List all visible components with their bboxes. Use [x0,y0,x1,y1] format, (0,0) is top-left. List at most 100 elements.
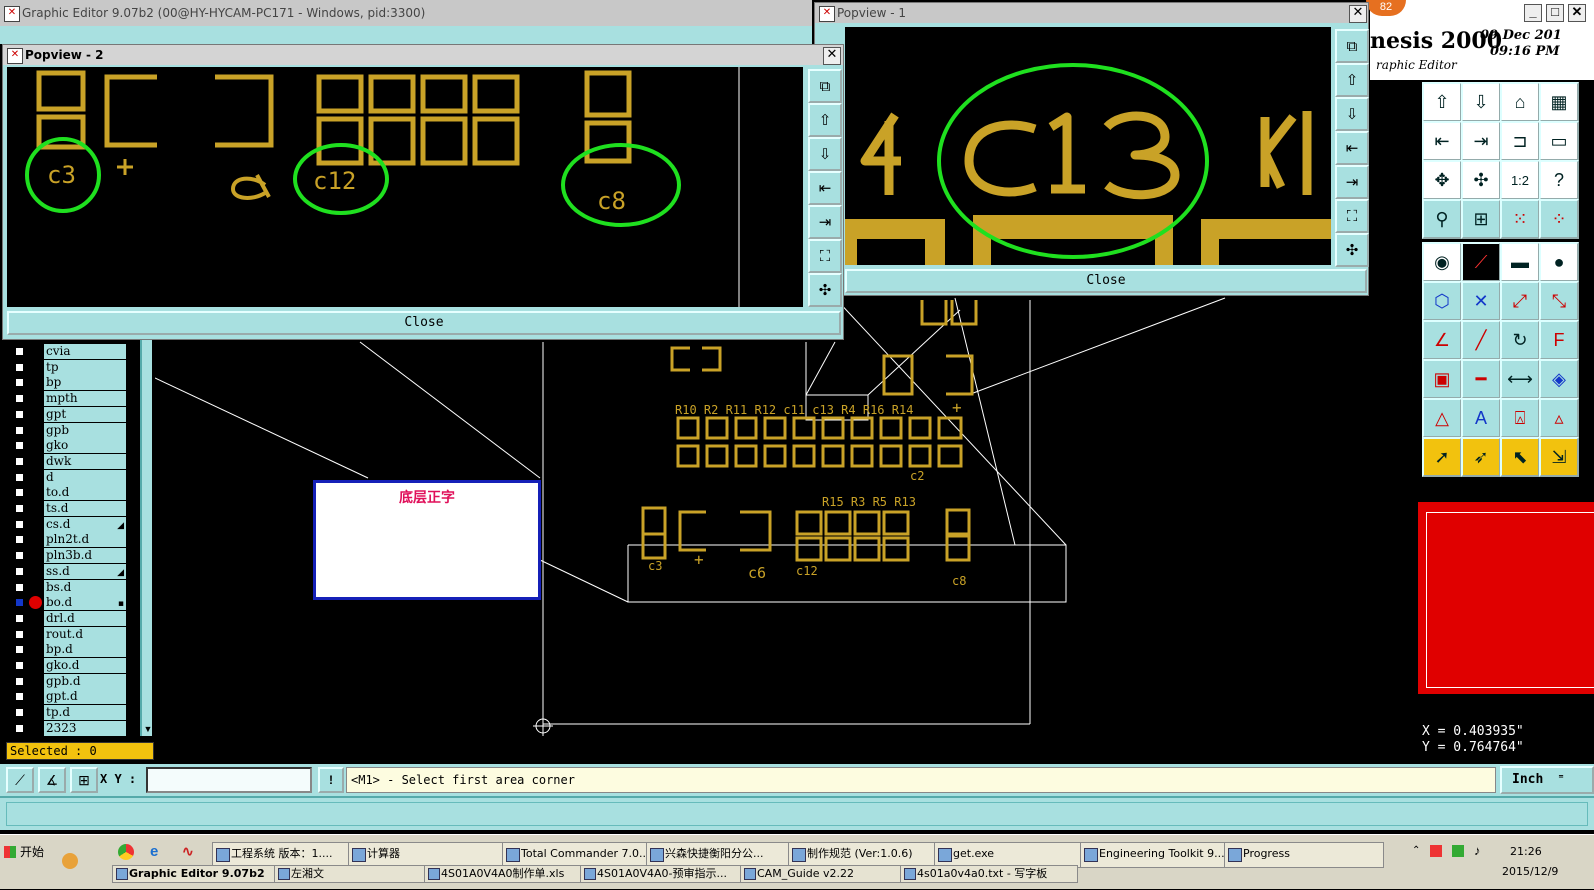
layer-row[interactable]: d [0,469,145,486]
layer-name[interactable]: gpt.d [44,689,126,705]
layer-checkbox[interactable] [14,565,25,577]
zoom-home-icon[interactable]: ⇧ [1422,82,1462,122]
zoom-extent-icon[interactable]: ✥ [1422,160,1462,200]
draw-grid-icon[interactable]: ⊞ [70,767,98,793]
layer-name[interactable]: gko [44,438,126,454]
maximize-icon[interactable]: □ [1546,4,1564,22]
line-draw-icon[interactable]: ⟋ [1461,242,1501,282]
layer-row[interactable]: 2323 [0,720,145,737]
taskbar-button[interactable]: 4S01A0V4A0-预审指示... [580,865,754,883]
pv2-right-icon[interactable]: ⇥ [808,205,842,239]
layer-row[interactable]: gko [0,438,145,454]
layer-name[interactable]: tp.d [44,705,126,721]
taskbar-button[interactable]: 4s01a0v4a0.txt - 写字板 [900,865,1078,883]
hline-icon[interactable]: ━ [1461,359,1501,399]
layer-name[interactable]: pln2t.d [44,532,126,548]
layer-row[interactable]: gpt.d [0,689,145,705]
layer-checkbox[interactable] [14,707,25,719]
layer-checkbox[interactable] [14,691,25,703]
chrome-icon[interactable] [118,844,134,860]
layer-swap-icon[interactable]: ◈ [1539,359,1579,399]
layer-name[interactable]: d [44,469,126,485]
taskbar-button[interactable]: CAM_Guide v2.22 [740,865,914,883]
layer-row[interactable]: rout.d [0,626,145,643]
layer-row[interactable]: pln3b.d [0,548,145,564]
layer-name[interactable]: bs.d [44,579,126,595]
layer-checkbox[interactable] [14,471,25,483]
pv2-down-icon[interactable]: ⇩ [808,137,842,171]
layer-name[interactable]: 2323 [44,720,126,736]
layer-row[interactable]: pln2t.d [0,532,145,548]
layer-name[interactable]: ts.d [44,501,126,516]
layer-checkbox[interactable] [14,644,25,656]
triangle-b-icon[interactable]: ⍓ [1500,398,1540,438]
pv1-center-icon[interactable]: ✣ [1335,233,1369,267]
draw-angle-icon[interactable]: ∡ [38,767,66,793]
triangle-a-icon[interactable]: A [1461,398,1501,438]
slash-line-icon[interactable]: ╱ [1461,320,1501,360]
popview-1-close-icon[interactable]: ✕ [1349,5,1367,23]
pv1-zoom-win-icon[interactable]: ⧉ [1335,29,1369,63]
angle-icon[interactable]: ∠ [1422,320,1462,360]
pv1-right-icon[interactable]: ⇥ [1335,165,1369,199]
pad-snap-icon[interactable]: ▣ [1422,359,1462,399]
pv1-down-icon[interactable]: ⇩ [1335,97,1369,131]
pointer-route-icon[interactable]: ⇲ [1539,437,1579,477]
layer-row[interactable]: to.d [0,485,145,501]
tray-network-icon[interactable] [1430,845,1442,857]
popview-1-canvas[interactable] [845,27,1331,265]
fit-width-icon[interactable]: ⟷ [1500,359,1540,399]
layer-name[interactable]: mpth [44,391,126,407]
layer-name[interactable]: ss.d ◢ [44,563,126,579]
arc-icon[interactable]: ↻ [1500,320,1540,360]
layer-row[interactable]: tp [0,359,145,376]
layer-row[interactable]: mpth [0,391,145,407]
layer-name[interactable]: to.d [44,485,126,501]
popview-1-close-button[interactable]: Close [845,269,1367,293]
pointer-add-icon[interactable]: ➶ [1461,437,1501,477]
layer-row[interactable]: gpt [0,406,145,423]
layer-row[interactable]: gpb [0,422,145,439]
node-connect-icon[interactable]: ⬡ [1422,281,1462,321]
pv2-zoom-win-icon[interactable]: ⧉ [808,69,842,103]
layer-checkbox[interactable] [14,487,25,499]
layer-checkbox[interactable] [14,408,25,420]
layer-row[interactable]: ss.d ◢ [0,563,145,580]
circle-fill-icon[interactable]: ● [1539,242,1579,282]
layer-row[interactable]: drl.d [0,610,145,627]
triangle-c-icon[interactable]: ▵ [1539,398,1579,438]
layer-checkbox[interactable] [14,424,25,436]
pan-right-icon[interactable]: ⇥ [1461,121,1501,161]
text-feature-icon[interactable]: F [1539,320,1579,360]
help-icon[interactable]: ? [1539,160,1579,200]
pv1-up-icon[interactable]: ⇧ [1335,63,1369,97]
node-add-icon[interactable]: ⤡ [1539,281,1579,321]
layer-name[interactable]: dwk [44,453,126,469]
layer-name[interactable]: gko.d [44,658,126,673]
tray-arrow-icon[interactable]: ⌃ [1412,845,1420,856]
pv2-fit-icon[interactable]: ⛶ [808,239,842,273]
taskbar-button[interactable]: Graphic Editor 9.07b2 [112,865,288,883]
layer-name[interactable]: cs.d ◢ [44,516,126,532]
layer-checkbox[interactable] [14,597,25,609]
grid-view-icon[interactable]: ▦ [1539,82,1579,122]
layer-name[interactable]: bp [44,375,126,391]
layer-checkbox[interactable] [14,534,25,546]
snap-grid-icon[interactable]: ⊞ [1461,199,1501,239]
triangle-outline-icon[interactable]: △ [1422,398,1462,438]
app-quick-icon[interactable]: ∿ [182,843,198,859]
pv2-center-icon[interactable]: ✣ [808,273,842,307]
layer-name[interactable]: rout.d [44,626,126,642]
layer-row[interactable]: bo.d ▪ [0,595,145,611]
popview-2-close-icon[interactable]: ✕ [823,47,841,65]
zoom-down-icon[interactable]: ⇩ [1461,82,1501,122]
layer-checkbox[interactable] [14,440,25,452]
node-move-icon[interactable]: ⤢ [1500,281,1540,321]
layer-checkbox[interactable] [14,503,25,514]
layer-checkbox[interactable] [14,612,25,624]
taskbar-button[interactable]: 4S01A0V4A0制作单.xls [424,865,594,883]
layer-row[interactable]: cs.d ◢ [0,516,145,533]
layer-row[interactable]: bp.d [0,642,145,658]
measure-icon[interactable]: ⚲ [1422,199,1462,239]
layer-row[interactable]: bs.d [0,579,145,596]
